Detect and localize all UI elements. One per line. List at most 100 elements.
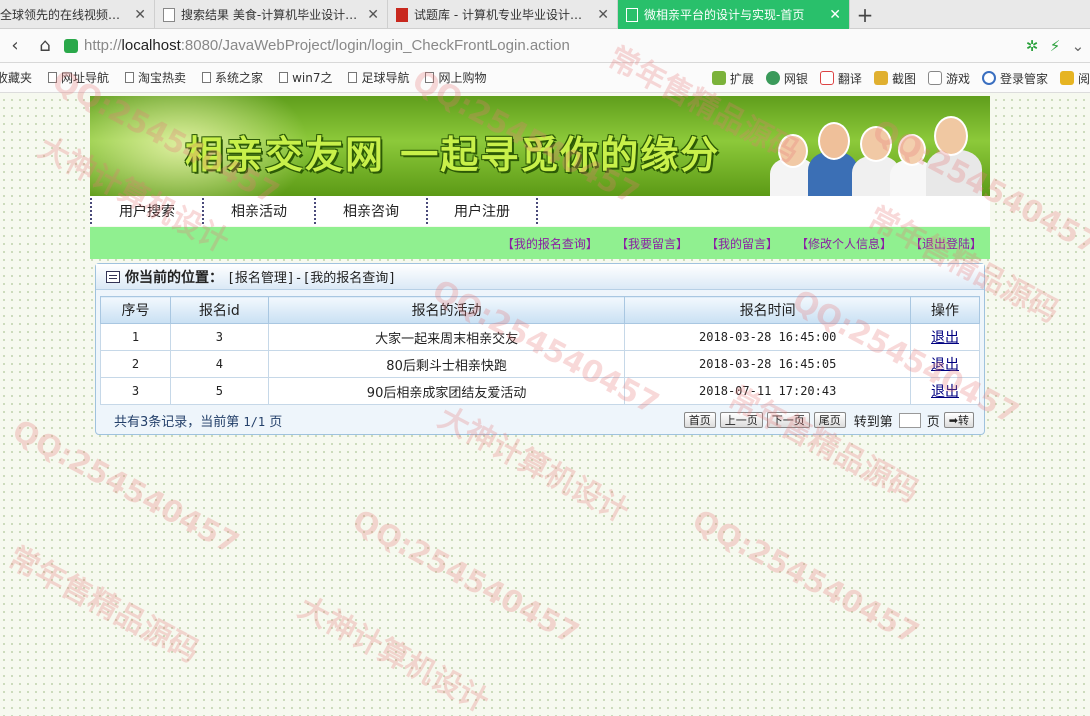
- tab-bar: 全球领先的在线视频网站 ✕ 搜索结果 美食-计算机毕业设计源码 ✕ 试题库 - …: [0, 0, 1090, 29]
- login-manager-button[interactable]: 登录管家: [981, 70, 1048, 87]
- nav-user-register[interactable]: 用户注册: [426, 198, 538, 224]
- reader-button[interactable]: 阅: [1059, 70, 1090, 87]
- bookmarks-bar: 收藏夹 网址导航 淘宝热卖 系统之家 win7之 足球导航 网上购物 扩展 网银…: [0, 63, 1090, 93]
- home-icon[interactable]: ⌂: [30, 35, 60, 56]
- page-icon: [163, 7, 175, 22]
- link-my-messages[interactable]: 【我的留言】: [706, 235, 778, 252]
- new-tab-icon[interactable]: +: [850, 0, 880, 29]
- cell-no: 1: [100, 323, 171, 351]
- lightning-icon[interactable]: ⚡: [1050, 37, 1061, 55]
- bookmark-win7[interactable]: win7之: [279, 69, 332, 86]
- cell-id: 3: [169, 323, 269, 351]
- watermark: 常年售精品源码: [2, 540, 205, 670]
- quit-link[interactable]: 退出: [931, 357, 959, 373]
- close-icon[interactable]: ✕: [829, 7, 841, 23]
- signup-table: 序号 报名id 报名的活动 报名时间 操作 1 3 大家一起来周末相亲交友 20…: [100, 296, 980, 405]
- tab-title: 搜索结果 美食-计算机毕业设计源码: [181, 8, 362, 22]
- signup-panel: 你当前的位置： [报名管理]-[我的报名查询] 序号 报名id 报名的活动 报名…: [95, 263, 985, 435]
- page-icon: [279, 72, 289, 83]
- watermark: QQ:254540457: [346, 503, 585, 652]
- url-scheme: http://: [84, 37, 122, 54]
- translate-button[interactable]: 翻译: [819, 70, 862, 87]
- cell-no: 2: [100, 350, 171, 378]
- col-header: 报名的活动: [267, 296, 626, 324]
- link-logout[interactable]: 【退出登陆】: [910, 235, 982, 252]
- tab-question-bank[interactable]: 试题库 - 计算机专业毕业设计源码 ✕: [388, 0, 618, 29]
- bookmark-favorites[interactable]: 收藏夹: [0, 69, 32, 86]
- tab-video-site[interactable]: 全球领先的在线视频网站 ✕: [0, 0, 155, 29]
- table-row: 3 5 90后相亲成家团结友爱活动 2018-07-11 17:20:43 退出: [100, 377, 980, 405]
- url-host: localhost: [121, 37, 181, 54]
- back-icon[interactable]: ‹: [0, 35, 30, 56]
- tab-title: 全球领先的在线视频网站: [0, 8, 129, 22]
- close-icon[interactable]: ✕: [597, 7, 609, 23]
- first-page-button[interactable]: 首页: [683, 412, 716, 428]
- col-header: 序号: [100, 296, 171, 324]
- quit-link[interactable]: 退出: [931, 384, 959, 400]
- search-icon: [981, 71, 996, 85]
- link-edit-profile[interactable]: 【修改个人信息】: [796, 235, 892, 252]
- ebank-button[interactable]: 网银: [765, 70, 808, 87]
- table-header-row: 序号 报名id 报名的活动 报名时间 操作: [100, 296, 980, 324]
- page-number-input[interactable]: [898, 412, 921, 428]
- site-banner: 相亲交友网 一起寻觅你的缘分: [90, 96, 990, 196]
- translate-icon: [819, 71, 834, 85]
- banner-title: 相亲交友网 一起寻觅你的缘分: [185, 133, 721, 177]
- url-path: :8080/JavaWebProject/login/login_CheckFr…: [180, 37, 570, 54]
- page-icon: [202, 72, 212, 83]
- gamepad-icon: [927, 71, 942, 85]
- record-info: 共有3条记录，当前第 1/1 页: [114, 414, 283, 430]
- user-subnav: 【我的报名查询】 【我要留言】 【我的留言】 【修改个人信息】 【退出登陆】: [90, 227, 990, 259]
- next-page-button[interactable]: 下一页: [766, 412, 810, 428]
- page-icon: [425, 72, 435, 83]
- location-label: 你当前的位置：: [125, 269, 223, 286]
- address-bar: ‹ ⌂ http:// localhost :8080/JavaWebProje…: [0, 29, 1090, 63]
- shield-icon: [765, 71, 780, 85]
- address-tools: ✲ ⚡ ⌄: [1020, 37, 1090, 55]
- prev-page-button[interactable]: 上一页: [719, 412, 763, 428]
- quit-link[interactable]: 退出: [931, 330, 959, 346]
- close-icon[interactable]: ✕: [367, 7, 379, 23]
- bookmark-nav[interactable]: 网址导航: [48, 69, 109, 86]
- watermark: QQ:254540457: [6, 413, 245, 562]
- page-icon: [626, 7, 638, 22]
- url-field[interactable]: http:// localhost :8080/JavaWebProject/l…: [60, 33, 1020, 59]
- refresh-icon[interactable]: ✲: [1026, 37, 1039, 55]
- watermark: 大神计算机设计: [292, 590, 495, 716]
- link-my-signups[interactable]: 【我的报名查询】: [502, 235, 598, 252]
- bookmark-shopping[interactable]: 网上购物: [425, 69, 486, 86]
- tab-search-results[interactable]: 搜索结果 美食-计算机毕业设计源码 ✕: [155, 0, 388, 29]
- col-header: 操作: [910, 296, 980, 324]
- col-header: 报名id: [169, 296, 269, 324]
- nav-dating-consult[interactable]: 相亲咨询: [314, 198, 426, 224]
- games-button[interactable]: 游戏: [927, 70, 970, 87]
- nav-user-search[interactable]: 用户搜索: [90, 198, 202, 224]
- cell-activity: 大家一起来周末相亲交友: [267, 323, 626, 351]
- cell-activity: 90后相亲成家团结友爱活动: [267, 377, 626, 405]
- page-icon: [348, 72, 358, 83]
- cell-id: 5: [169, 377, 269, 405]
- book-icon: [1059, 71, 1074, 85]
- bookmark-system[interactable]: 系统之家: [202, 69, 263, 86]
- go-button[interactable]: ➡转: [943, 412, 974, 428]
- tab-title: 试题库 - 计算机专业毕业设计源码: [414, 8, 592, 22]
- cell-action: 退出: [910, 350, 980, 378]
- bookmark-taobao[interactable]: 淘宝热卖: [125, 69, 186, 86]
- screenshot-button[interactable]: 截图: [873, 70, 916, 87]
- cell-no: 3: [100, 377, 171, 405]
- link-leave-message[interactable]: 【我要留言】: [616, 235, 688, 252]
- nav-dating-activities[interactable]: 相亲活动: [202, 198, 314, 224]
- secure-shield-icon: [64, 38, 78, 53]
- table-row: 2 4 80后剩斗士相亲快跑 2018-03-28 16:45:05 退出: [100, 350, 980, 378]
- tab-title: 微相亲平台的设计与实现-首页: [644, 8, 805, 22]
- close-icon[interactable]: ✕: [134, 7, 146, 23]
- jump-unit: 页: [926, 414, 940, 430]
- site-favicon-icon: [396, 7, 408, 22]
- extensions-button[interactable]: 扩展: [711, 70, 754, 87]
- bookmark-football[interactable]: 足球导航: [348, 69, 409, 86]
- last-page-button[interactable]: 尾页: [813, 412, 846, 428]
- tab-dating-platform[interactable]: 微相亲平台的设计与实现-首页 ✕: [618, 0, 850, 29]
- breadcrumb: 你当前的位置： [报名管理]-[我的报名查询]: [96, 264, 984, 290]
- page-icon: [125, 72, 135, 83]
- chevron-down-icon[interactable]: ⌄: [1072, 37, 1085, 55]
